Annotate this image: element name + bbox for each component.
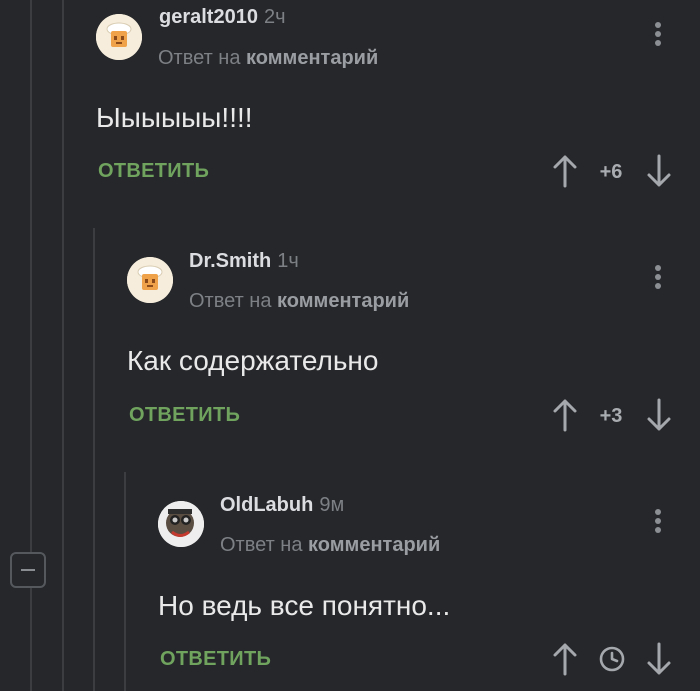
author-name[interactable]: OldLabuh	[220, 494, 313, 516]
comment-author[interactable]: OldLabuh 9м	[220, 494, 344, 517]
clock-icon	[599, 646, 625, 672]
photo-avatar-icon	[158, 501, 204, 547]
reply-to-line: Ответ на комментарий	[220, 534, 440, 557]
more-options-icon[interactable]	[653, 509, 663, 539]
comment-time: 9м	[319, 494, 345, 516]
arrow-up-icon[interactable]	[551, 642, 579, 676]
avatar[interactable]	[158, 501, 204, 547]
reply-target-link[interactable]: комментарий	[308, 534, 440, 556]
reply-button[interactable]: ОТВЕТИТЬ	[160, 648, 271, 671]
arrow-down-icon[interactable]	[645, 642, 673, 676]
comment-text: Но ведь все понятно...	[158, 590, 451, 621]
comment-3: OldLabuh 9м Ответ на комментарий Но ведь …	[0, 0, 700, 691]
reply-prefix: Ответ на	[220, 534, 303, 556]
comments-page: geralt2010 2ч Ответ на комментарий Ыыыыыы…	[0, 0, 700, 691]
